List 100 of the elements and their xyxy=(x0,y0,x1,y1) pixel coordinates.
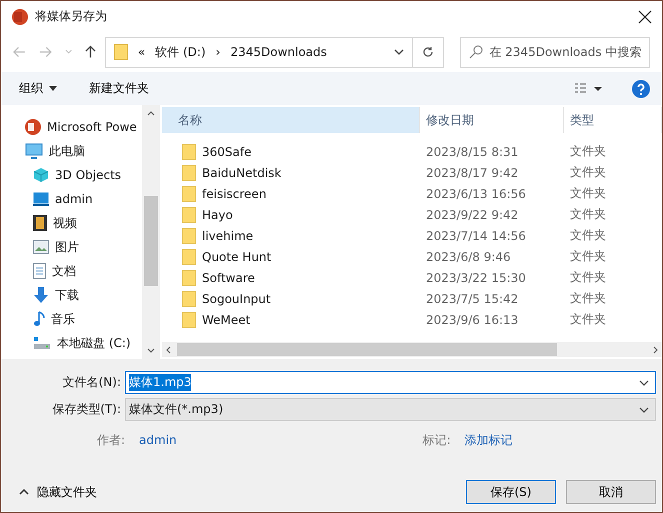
help-icon[interactable] xyxy=(632,80,650,98)
folder-icon xyxy=(182,206,196,222)
file-type: 文件夹 xyxy=(569,248,607,265)
chevron-down-icon[interactable] xyxy=(639,380,649,386)
nav-item[interactable]: 视频 xyxy=(1,211,142,235)
scroll-up-icon[interactable] xyxy=(146,111,154,116)
breadcrumb[interactable]: 软件 (D:) xyxy=(155,44,206,60)
file-name[interactable]: BaiduNetdisk xyxy=(202,166,282,180)
film-icon xyxy=(33,215,47,231)
meta-value-link[interactable]: 添加标记 xyxy=(464,432,513,448)
modified-date: 2023/9/22 9:42 xyxy=(425,208,520,222)
scroll-right-icon[interactable] xyxy=(653,346,658,354)
file-name[interactable]: livehime xyxy=(202,228,254,242)
nav-item[interactable]: 文档 xyxy=(1,259,142,283)
dialog-button[interactable]: 取消 xyxy=(566,480,656,504)
folder-icon xyxy=(182,164,196,180)
down-arrow-icon xyxy=(33,287,49,303)
file-type: 文件夹 xyxy=(569,206,607,223)
folder-icon xyxy=(182,186,196,202)
caret-icon xyxy=(49,86,57,91)
file-name[interactable]: feisiscreen xyxy=(202,186,266,200)
chevron-up-icon xyxy=(19,489,29,495)
picture-icon xyxy=(33,240,49,254)
music-note-icon xyxy=(33,311,45,327)
file-name-field[interactable]: 媒体1.mp3 xyxy=(125,371,656,394)
file-name[interactable]: Quote Hunt xyxy=(202,250,272,264)
column-header[interactable]: 修改日期 xyxy=(420,107,564,133)
scroll-down-icon[interactable] xyxy=(146,348,154,353)
search-field[interactable]: 在 2345Downloads 中搜索 xyxy=(489,45,642,59)
folder-icon xyxy=(182,144,196,160)
file-type: 文件夹 xyxy=(569,311,607,328)
folder-icon xyxy=(182,228,196,244)
modified-date: 2023/7/5 15:42 xyxy=(425,292,520,306)
app-icon xyxy=(11,8,29,26)
nav-item[interactable]: 此电脑 xyxy=(1,139,142,163)
nav-item[interactable]: 3D Objects xyxy=(1,163,142,187)
modified-date: 2023/7/14 14:56 xyxy=(425,228,527,242)
new-folder-button[interactable]: 新建文件夹 xyxy=(81,78,157,99)
file-name[interactable]: SogouInput xyxy=(202,292,271,306)
search-icon xyxy=(469,45,484,59)
window-title: 将媒体另存为 xyxy=(35,8,107,25)
folder-icon xyxy=(182,248,196,264)
column-header[interactable]: 类型 xyxy=(564,107,662,133)
view-options-icon[interactable] xyxy=(574,82,604,94)
breadcrumb[interactable]: « xyxy=(138,45,146,59)
file-type: 文件夹 xyxy=(569,269,607,286)
modified-date: 2023/6/13 16:56 xyxy=(425,186,527,200)
chevron-down-icon[interactable] xyxy=(394,49,404,55)
chevron-down-icon[interactable] xyxy=(639,406,649,412)
search-box[interactable]: 在 2345Downloads 中搜索 xyxy=(460,36,650,68)
address-bar[interactable]: « 软件 (D:) › 2345Downloads xyxy=(104,36,414,68)
modified-date: 2023/3/22 15:30 xyxy=(425,270,527,284)
modified-date: 2023/8/15 8:31 xyxy=(425,144,520,158)
nav-item[interactable]: 本地磁盘 (C:) xyxy=(1,331,142,355)
drive-icon xyxy=(33,336,51,350)
organize-menu[interactable]: 组织 xyxy=(11,78,65,99)
modified-date: 2023/9/6 16:13 xyxy=(425,312,520,326)
file-name[interactable]: Hayo xyxy=(202,208,233,222)
file-name[interactable]: Software xyxy=(202,270,255,284)
dialog-button[interactable]: 保存(S) xyxy=(466,480,556,504)
presentation-app-icon xyxy=(25,119,41,135)
nav-item[interactable]: 音乐 xyxy=(1,307,142,331)
folder-icon xyxy=(182,312,196,328)
close-icon[interactable] xyxy=(638,10,652,24)
horizontal-scrollbar[interactable] xyxy=(162,342,662,357)
cube-icon xyxy=(33,167,49,183)
hide-folders-toggle[interactable]: 隐藏文件夹 xyxy=(13,482,103,502)
file-type: 文件夹 xyxy=(569,185,607,202)
folder-icon xyxy=(182,290,196,306)
meta-label: 标记: xyxy=(422,432,451,448)
computer-icon xyxy=(25,143,43,159)
modified-date: 2023/6/8 9:46 xyxy=(425,250,512,264)
meta-label: 作者: xyxy=(97,432,126,448)
nav-item[interactable]: 图片 xyxy=(1,235,142,259)
nav-item[interactable]: Microsoft Powe xyxy=(1,115,142,139)
scroll-left-icon[interactable] xyxy=(166,346,171,354)
field-label: 保存类型(T): xyxy=(51,401,121,418)
up-arrow-icon[interactable] xyxy=(84,45,96,59)
nav-item[interactable]: admin xyxy=(1,187,142,211)
breadcrumb[interactable]: 2345Downloads xyxy=(230,45,327,59)
desktop-icon xyxy=(33,192,49,206)
breadcrumb[interactable]: › xyxy=(216,45,220,59)
file-name[interactable]: WeMeet xyxy=(202,312,250,326)
file-type: 文件夹 xyxy=(569,143,607,160)
modified-date: 2023/8/17 9:42 xyxy=(425,166,520,180)
file-type: 文件夹 xyxy=(569,290,607,307)
refresh-button[interactable] xyxy=(413,36,444,68)
column-header[interactable]: 名称 xyxy=(162,107,420,133)
folder-icon xyxy=(182,270,196,286)
meta-value-link[interactable]: admin xyxy=(139,433,177,447)
refresh-icon xyxy=(422,46,434,58)
file-name[interactable]: 360Safe xyxy=(202,144,252,158)
folder-icon xyxy=(114,44,128,60)
file-type: 文件夹 xyxy=(569,164,607,181)
field-label: 文件名(N): xyxy=(62,374,121,391)
file-type: 文件夹 xyxy=(569,227,607,244)
nav-item[interactable]: 下载 xyxy=(1,283,142,307)
save-type-dropdown[interactable]: 媒体文件(*.mp3) xyxy=(125,398,656,421)
vertical-scrollbar[interactable] xyxy=(142,105,159,359)
document-icon xyxy=(33,263,46,279)
